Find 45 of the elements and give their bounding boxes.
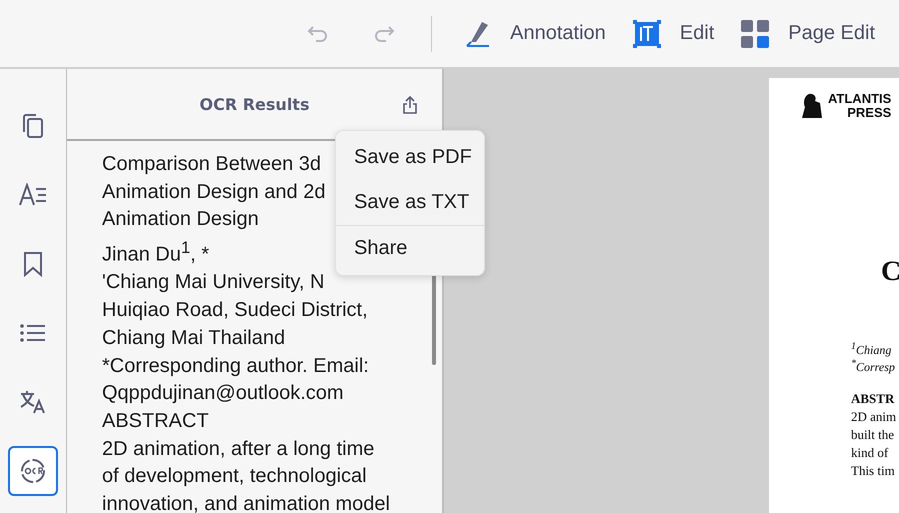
ocr-text-line: Comparison Between 3d: [102, 152, 322, 177]
abstract-heading: ABSTR: [851, 390, 896, 408]
abstract-text: kind of: [851, 444, 890, 462]
panel-title: OCR Results: [200, 94, 310, 114]
ocr-text-line: of development, technological: [102, 464, 367, 490]
affiliation-text: $^{*}$Corresp: [851, 357, 896, 374]
edit-tool-button[interactable]: Edit: [628, 14, 718, 52]
ocr-text-line: Animation Design and 2d: [102, 180, 326, 205]
translate-icon: [20, 390, 46, 414]
menu-item[interactable]: Share: [336, 226, 484, 271]
ocr-text-line: 'Chiang Mai University, N: [102, 270, 324, 296]
list-icon: [20, 323, 46, 343]
redo-icon: [373, 24, 396, 44]
annotation-tool-button[interactable]: Annotation: [460, 16, 610, 52]
ocr-text-line: ABSTRACT: [102, 408, 209, 434]
menu-item[interactable]: Save as TXT: [336, 180, 484, 225]
share-button[interactable]: [402, 95, 418, 115]
page-edit-tool-button[interactable]: Page Edit: [736, 14, 879, 52]
ocr-text-line: 2D animation, after a long time: [102, 436, 374, 462]
abstract-text: built the: [851, 426, 895, 444]
logo-text: PRESS: [847, 106, 892, 120]
affiliation-text: $^{1}$Chiang: [851, 340, 892, 357]
logo-text: ATLANTIS: [828, 92, 892, 106]
share-icon: [402, 95, 418, 115]
text-icon: [19, 183, 47, 207]
abstract-text: 2D anim: [851, 408, 898, 426]
statue-logo-icon: [801, 93, 823, 119]
ocr-text-line: Chiang Mai Thailand: [102, 326, 286, 351]
ocr-text-line: *Corresponding author. Email:: [102, 354, 369, 379]
text-box-icon: [632, 18, 662, 48]
ocr-text-line: innovation, and animation model: [102, 492, 390, 513]
scrollbar[interactable]: [432, 273, 436, 365]
ocr-text-line: Qqppdujinan@outlook.com: [102, 381, 344, 406]
document-heading: C: [880, 255, 899, 288]
abstract-text: This tim: [851, 462, 896, 480]
bookmark-icon: [23, 251, 43, 277]
undo-icon: [307, 24, 330, 44]
grid-icon: [740, 18, 770, 48]
scan-icon: [20, 458, 46, 484]
pages-icon: [21, 113, 45, 139]
ocr-text-line: Animation Design: [102, 207, 259, 232]
ocr-text-line: Jinan Du$^{1}$, *: [102, 237, 210, 268]
ocr-sidebar-button[interactable]: [8, 446, 58, 496]
ocr-text-line: Huiqiao Road, Sudeci District,: [102, 298, 368, 324]
menu-item[interactable]: Save as PDF: [336, 135, 484, 180]
